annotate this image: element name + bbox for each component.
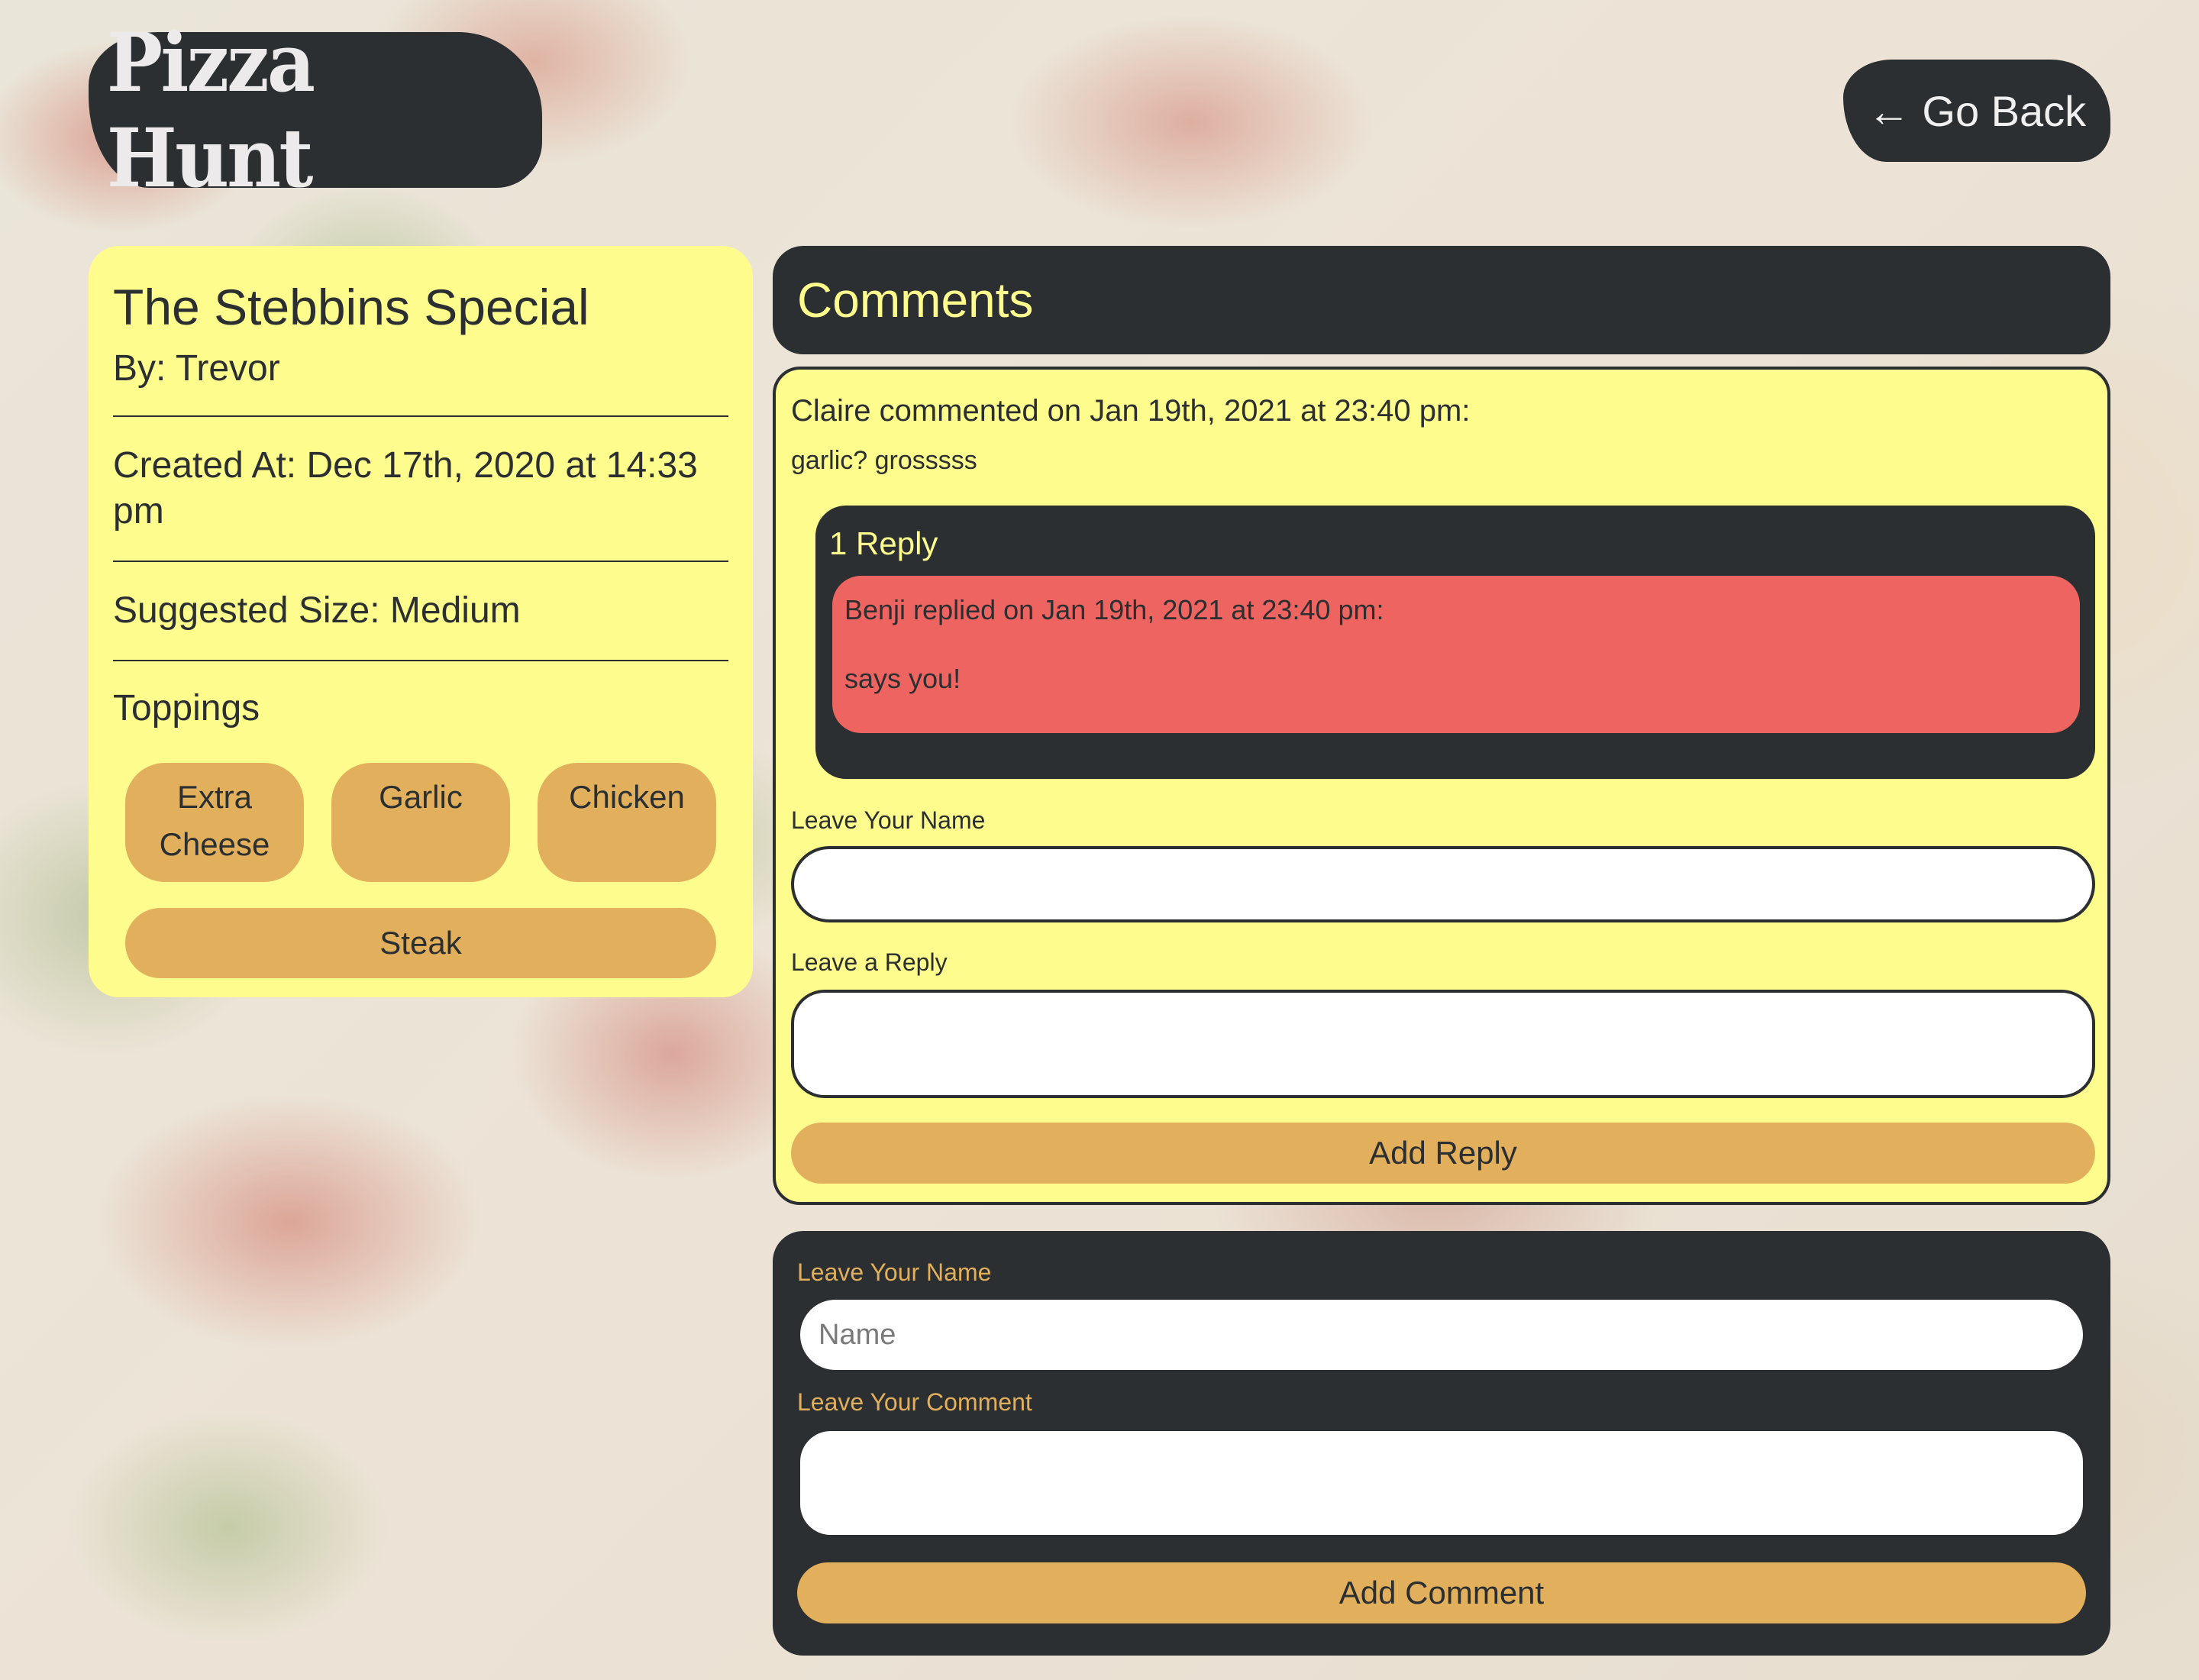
- toppings-heading: Toppings: [113, 687, 260, 729]
- divider: [113, 560, 728, 562]
- reply-name-label: Leave Your Name: [791, 806, 986, 834]
- add-reply-button[interactable]: Add Reply: [791, 1123, 2095, 1184]
- reply-name-input[interactable]: [791, 846, 2095, 922]
- add-comment-button[interactable]: Add Comment: [797, 1562, 2086, 1623]
- topping-tag: Garlic: [331, 762, 510, 882]
- reply-text-label: Leave a Reply: [791, 948, 948, 976]
- pizza-name: The Stebbins Special: [113, 279, 589, 335]
- pizza-size: Suggested Size: Medium: [113, 590, 521, 631]
- comment-body: garlic? grosssss: [791, 446, 977, 475]
- go-back-button[interactable]: ← Go Back: [1843, 60, 2110, 162]
- comment-card: Claire commented on Jan 19th, 2021 at 23…: [773, 367, 2110, 1205]
- pizza-created-at: Created At: Dec 17th, 2020 at 14:33 pm: [113, 444, 698, 531]
- comment-name-input[interactable]: [800, 1300, 2083, 1370]
- comment-name-label: Leave Your Name: [797, 1258, 992, 1286]
- reply-body: says you!: [844, 663, 961, 694]
- comment-text-input[interactable]: [800, 1431, 2083, 1535]
- pizza-details-card: The Stebbins Special By: Trevor Created …: [89, 246, 753, 997]
- reply-text-input[interactable]: [791, 990, 2095, 1098]
- new-comment-form: Leave Your Name Leave Your Comment Add C…: [773, 1231, 2110, 1656]
- topping-tag: Extra Cheese: [125, 762, 304, 882]
- divider: [113, 415, 728, 417]
- topping-tag: Steak: [125, 907, 716, 978]
- replies-container: 1 Reply Benji replied on Jan 19th, 2021 …: [815, 506, 2095, 779]
- comments-heading: Comments: [773, 246, 2110, 354]
- comment-meta: Claire commented on Jan 19th, 2021 at 23…: [791, 394, 1471, 428]
- logo-text: Pizza Hunt: [106, 15, 315, 205]
- topping-tag: Chicken: [538, 762, 716, 882]
- reply-item: Benji replied on Jan 19th, 2021 at 23:40…: [832, 576, 2080, 733]
- comment-text-label: Leave Your Comment: [797, 1388, 1032, 1416]
- reply-meta: Benji replied on Jan 19th, 2021 at 23:40…: [844, 594, 1384, 625]
- pizza-author: By: Trevor: [113, 347, 280, 389]
- toppings-list: Extra Cheese Garlic Chicken Steak: [113, 762, 728, 978]
- site-logo[interactable]: Pizza Hunt: [89, 15, 542, 205]
- divider: [113, 659, 728, 661]
- reply-count: 1 Reply: [829, 525, 938, 561]
